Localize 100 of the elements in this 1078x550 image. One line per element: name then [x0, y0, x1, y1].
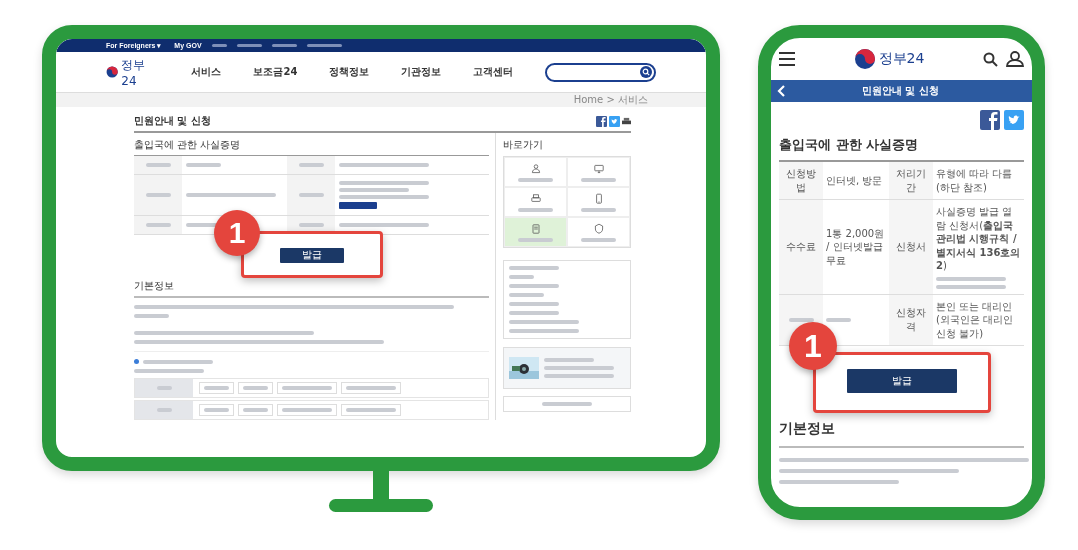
- side-title: 바로가기: [503, 138, 544, 152]
- quick-link-tile[interactable]: [567, 217, 630, 247]
- quick-link-tile[interactable]: [567, 157, 630, 187]
- section-title: 기본정보: [134, 275, 489, 298]
- blurred-text-line: [826, 317, 851, 322]
- form-button[interactable]: [339, 202, 377, 209]
- table-label: 신청자격: [895, 306, 927, 334]
- breadcrumb: Home > 서비스: [573, 93, 648, 107]
- blurred-text-line: [298, 223, 324, 227]
- blurred-text-line: [145, 193, 171, 197]
- blurred-text-line: [581, 207, 616, 212]
- blurred-text-line: [145, 223, 171, 227]
- blurred-text-line: [134, 369, 204, 373]
- blurred-text-line: [509, 284, 559, 288]
- quick-link-tile[interactable]: [504, 217, 567, 247]
- quick-link-tile[interactable]: [504, 187, 567, 217]
- user-icon[interactable]: [1006, 51, 1024, 67]
- service-title: 출입국에 관한 사실증명: [134, 138, 242, 152]
- menu-icon[interactable]: [779, 52, 795, 66]
- shield-icon: [592, 222, 605, 235]
- checkbox-option[interactable]: [341, 404, 401, 416]
- blurred-text-line: [544, 358, 594, 362]
- blurred-text-line: [509, 329, 579, 333]
- facebook-icon[interactable]: [596, 115, 607, 127]
- blurred-text-line: [509, 293, 544, 297]
- blurred-text-line: [509, 311, 559, 315]
- printer-icon[interactable]: [622, 116, 631, 126]
- table-label: 처리기간: [895, 167, 927, 194]
- step-badge: 1: [214, 210, 260, 256]
- table-cell: 사실증명 발급 열람 신청서(출입국관리법 시행규칙 / 별지서식 136호의2): [936, 205, 1021, 273]
- monitor-icon: [592, 162, 605, 175]
- checkbox-option[interactable]: [199, 382, 234, 394]
- blurred-text-line: [518, 237, 553, 242]
- blurred-text-line: [186, 163, 221, 167]
- blurred-text-line: [282, 386, 332, 390]
- blurred-text-line: [936, 276, 1006, 281]
- blurred-text-line: [298, 163, 324, 167]
- table-label: 수수료: [786, 240, 816, 254]
- section-title: 기본정보: [779, 410, 1024, 448]
- quick-link-tile[interactable]: [567, 187, 630, 217]
- nav-link[interactable]: 정책정보: [329, 65, 370, 79]
- logo-icon: [853, 48, 876, 70]
- blurred-text-line: [518, 207, 553, 212]
- guide-button[interactable]: [503, 396, 631, 412]
- blurred-text-line: [339, 188, 409, 192]
- checkbox-option[interactable]: [199, 404, 234, 416]
- checkbox-option[interactable]: [341, 382, 401, 394]
- checkbox-option[interactable]: [277, 404, 337, 416]
- nav-link[interactable]: 고객센터: [473, 65, 514, 79]
- logo-icon: [106, 64, 119, 80]
- blurred-text-line: [282, 408, 332, 412]
- facebook-icon[interactable]: [980, 110, 1000, 130]
- blurred-text-line: [204, 408, 229, 412]
- checkbox-option[interactable]: [277, 382, 337, 394]
- search-icon[interactable]: [983, 51, 998, 67]
- bullet-icon: [134, 359, 139, 364]
- blurred-text-line: [306, 44, 342, 47]
- blurred-text-line: [518, 177, 553, 182]
- blurred-text-line: [509, 266, 559, 270]
- site-logo[interactable]: 정부24: [878, 50, 925, 68]
- blurred-text-line: [243, 386, 268, 390]
- blurred-text-line: [544, 374, 614, 378]
- blurred-text-line: [581, 237, 616, 242]
- promo-card[interactable]: [503, 347, 631, 389]
- blurred-text-line: [236, 44, 262, 47]
- table-label: 신청방법: [785, 167, 817, 194]
- blurred-text-line: [271, 44, 297, 47]
- nav-link[interactable]: 보조금24: [253, 65, 298, 79]
- search-field[interactable]: [545, 62, 656, 82]
- blurred-text-line: [509, 275, 534, 279]
- checkbox-option[interactable]: [238, 404, 273, 416]
- page-title: 민원안내 및 신청: [134, 114, 211, 128]
- table-cell-text: 유형에 따라 다름(하단 참조): [936, 167, 1014, 194]
- blurred-text-line: [936, 284, 1006, 289]
- blurred-text-line: [298, 193, 324, 197]
- blurred-text-line: [581, 177, 616, 182]
- blurred-text-line: [243, 408, 268, 412]
- blurred-text-line: [211, 44, 227, 47]
- blurred-text-line: [134, 314, 169, 318]
- nav-link[interactable]: 서비스: [191, 65, 222, 79]
- step-badge: 1: [789, 322, 837, 370]
- search-icon[interactable]: [640, 66, 652, 78]
- blurred-text-line: [204, 386, 229, 390]
- blurred-text-line: [509, 302, 559, 306]
- blurred-text-line: [544, 366, 614, 370]
- checkbox-option[interactable]: [238, 382, 273, 394]
- service-title: 출입국에 관한 사실증명: [779, 136, 920, 154]
- back-icon[interactable]: [777, 85, 785, 97]
- blurred-text-line: [346, 408, 396, 412]
- table-label: 신청서: [896, 240, 926, 254]
- header-title: 민원안내 및 신청: [861, 84, 940, 98]
- blurred-text-line: [346, 386, 396, 390]
- quick-link-tile[interactable]: [504, 157, 567, 187]
- issue-button[interactable]: 발급: [846, 369, 957, 393]
- blurred-text-line: [509, 320, 579, 324]
- site-logo[interactable]: 정부24: [121, 56, 152, 88]
- person-icon: [529, 162, 542, 175]
- nav-link[interactable]: 기관정보: [401, 65, 442, 79]
- document-icon: [529, 222, 542, 235]
- blurred-text-line: [145, 163, 171, 167]
